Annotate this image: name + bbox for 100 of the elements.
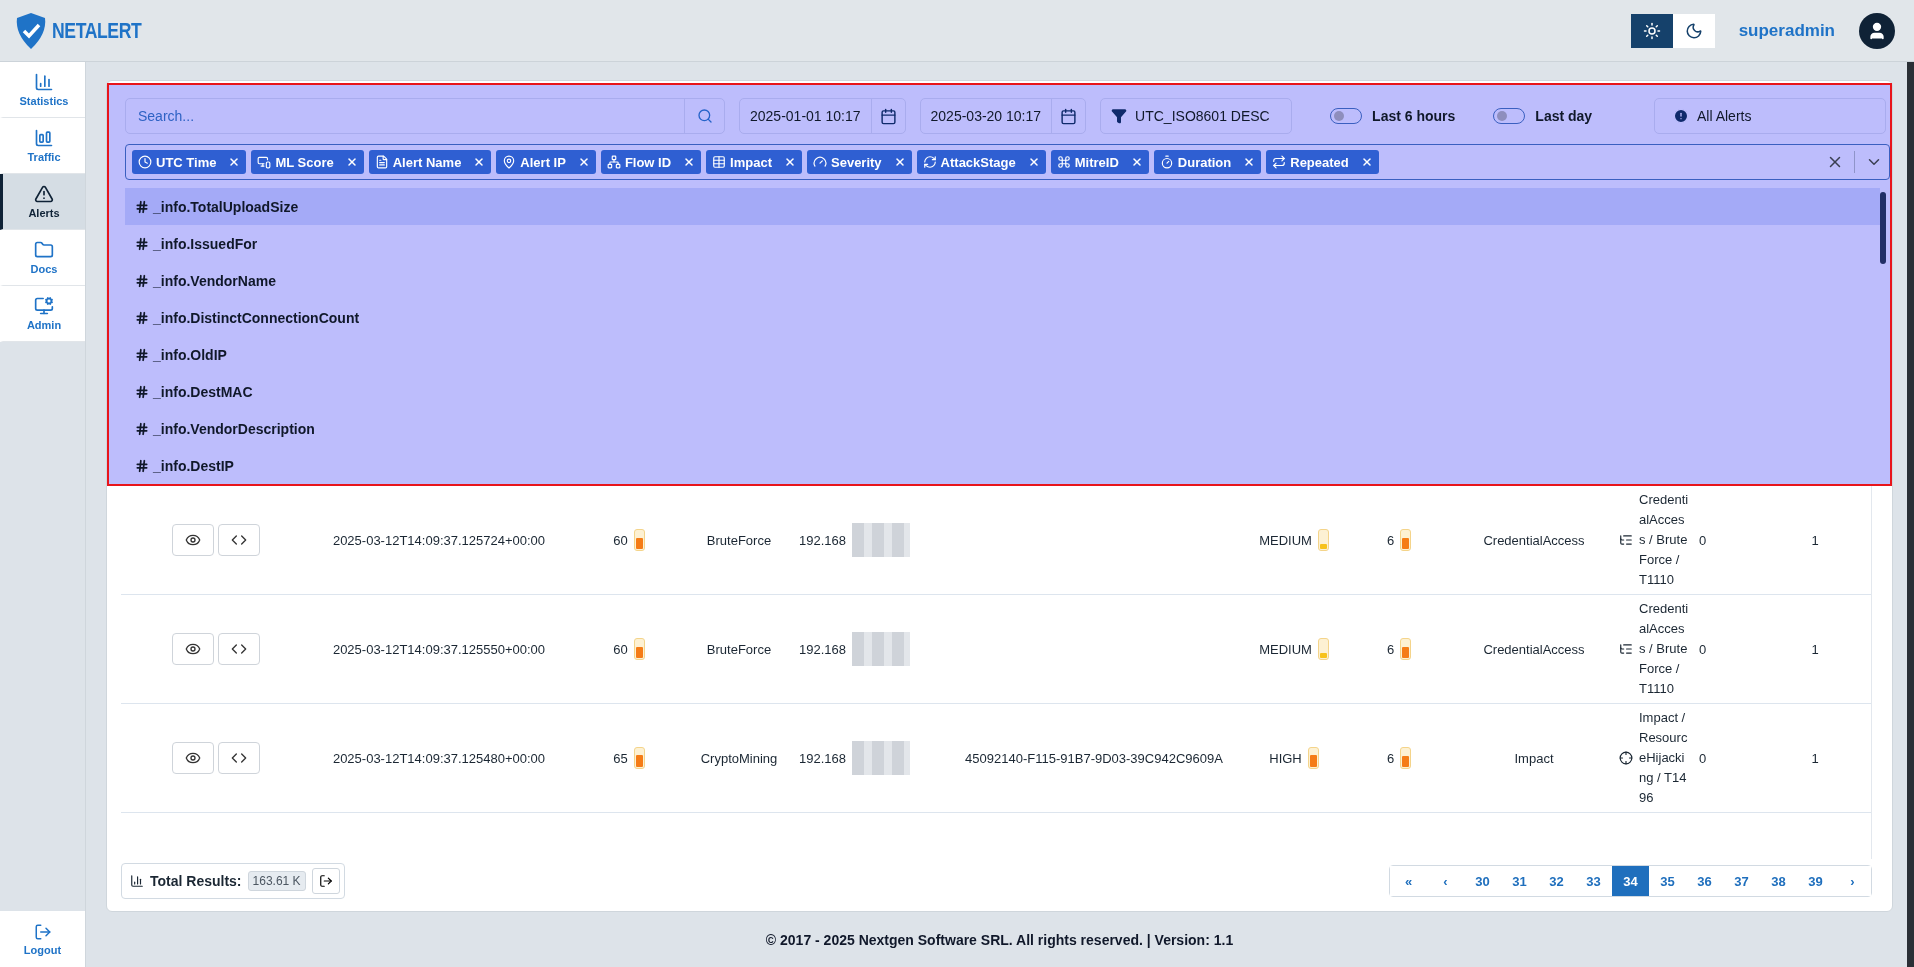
page-button[interactable]: 34	[1612, 866, 1649, 896]
column-select-field[interactable]: UTC Time ML Score Alert Name Alert IP Flow ID Impact Severity AttackStage MitreID Duration Repeated	[125, 144, 1890, 180]
table-cell: 45092140-F115-91B7-9D03-39C942C9609A	[965, 750, 1223, 766]
remove-icon[interactable]	[1243, 156, 1256, 168]
level-meter	[633, 747, 645, 769]
results-label: Total Results:	[150, 873, 242, 889]
table-icon	[712, 155, 727, 169]
redaction-mark	[852, 632, 910, 666]
footer-text: © 2017 - 2025 Nextgen Software SRL. All rights reserved. | Version: 1.1	[764, 930, 1235, 950]
sidebar-item[interactable]: Statistics	[0, 62, 85, 118]
avatar-icon[interactable]	[1859, 12, 1895, 49]
bar-chart-icon	[34, 72, 54, 92]
dropdown-option[interactable]: _info.VendorDescription	[125, 410, 1880, 447]
table-cell: 6	[1386, 532, 1395, 548]
scrollbar-thumb[interactable]	[1880, 192, 1886, 264]
sort-button[interactable]: UTC_ISO8601 DESC	[1100, 98, 1293, 134]
remove-icon[interactable]	[1027, 156, 1040, 168]
table-cell: 192.168	[799, 641, 846, 657]
user-name[interactable]: superadmin	[1738, 20, 1835, 41]
dropdown-option[interactable]: _info.DistinctConnectionCount	[125, 299, 1880, 336]
column-chip[interactable]: ML Score	[251, 150, 364, 174]
date-field[interactable]: 2025-03-20 10:17	[919, 98, 1087, 134]
code-icon	[231, 532, 247, 548]
remove-icon[interactable]	[473, 156, 486, 168]
dropdown-option[interactable]: _info.OldIP	[125, 336, 1880, 373]
list-icon	[1619, 642, 1633, 656]
logout-item[interactable]: Logout	[0, 911, 85, 967]
sidebar-item[interactable]: Alerts	[0, 174, 85, 230]
level-meter	[1400, 529, 1412, 551]
funnel-icon	[1111, 108, 1128, 124]
command-icon	[1056, 155, 1071, 169]
dropdown-option[interactable]: _info.VendorName	[125, 262, 1880, 299]
alert-icon	[1673, 108, 1689, 124]
calendar-icon	[1060, 107, 1078, 125]
eye-icon	[185, 750, 201, 766]
dropdown-option[interactable]: _info.DestMAC	[125, 373, 1880, 410]
toggle-switch[interactable]: Last day	[1493, 108, 1593, 124]
column-chip[interactable]: Flow ID	[600, 150, 702, 174]
remove-icon[interactable]	[228, 156, 241, 168]
document-icon	[374, 155, 389, 169]
dropdown-option[interactable]: _info.DestIP	[125, 447, 1880, 484]
level-meter	[1307, 747, 1319, 769]
code-button[interactable]	[218, 633, 260, 665]
sidebar-item[interactable]: Admin	[0, 286, 85, 342]
alerts-filter-button[interactable]: All Alerts	[1654, 98, 1886, 134]
light-theme-button[interactable]	[1630, 13, 1673, 48]
export-button[interactable]	[311, 868, 340, 894]
dropdown-option[interactable]: _info.TotalUploadSize	[125, 188, 1880, 225]
hash-icon	[135, 236, 149, 251]
dark-theme-button[interactable]	[1672, 13, 1715, 48]
view-button[interactable]	[172, 633, 214, 665]
table-cell-text: CredentialAccess / BruteForce / T1110	[1639, 600, 1689, 698]
column-chip[interactable]: Duration	[1153, 150, 1262, 174]
devices-icon	[257, 155, 272, 169]
remove-icon[interactable]	[1130, 156, 1143, 168]
table-cell-text: CredentialAccess / BruteForce / T1110	[1639, 491, 1689, 589]
column-chip[interactable]: Impact	[706, 150, 802, 174]
column-chip[interactable]: Alert IP	[496, 150, 596, 174]
table-cell: CredentialAccess	[1483, 641, 1585, 657]
level-meter	[633, 638, 645, 660]
table-cell: 0	[1699, 641, 1707, 657]
date-field[interactable]: 2025-01-01 10:17	[739, 98, 906, 134]
remove-icon[interactable]	[577, 156, 590, 168]
remove-icon[interactable]	[1360, 156, 1373, 168]
code-button[interactable]	[218, 742, 260, 774]
logout-icon	[33, 922, 52, 941]
column-chip[interactable]: UTC Time	[132, 150, 247, 174]
code-button[interactable]	[218, 524, 260, 556]
column-chip[interactable]: Repeated	[1266, 150, 1379, 174]
remove-icon[interactable]	[784, 156, 796, 168]
column-chip[interactable]: Severity	[807, 150, 912, 174]
results-count: 163.61 K	[247, 871, 306, 891]
table-cell: CryptoMining	[700, 750, 778, 766]
remove-icon[interactable]	[683, 156, 696, 168]
remove-icon[interactable]	[345, 156, 358, 168]
table-cell: 0	[1699, 750, 1707, 766]
level-meter	[1317, 638, 1329, 660]
sidebar-item[interactable]: Docs	[0, 230, 85, 286]
column-chip[interactable]: MitreID	[1050, 150, 1149, 174]
remove-icon[interactable]	[893, 156, 906, 168]
toggle-switch[interactable]: Last 6 hours	[1330, 108, 1456, 124]
table-cell: 2025-03-12T14:09:37.125480+00:00	[332, 750, 546, 766]
logo-text: NETALERT	[52, 17, 142, 44]
hash-icon	[135, 273, 149, 288]
dropdown-option[interactable]: _info.IssuedFor	[125, 225, 1880, 262]
table-cell: MEDIUM	[1259, 532, 1312, 548]
view-button[interactable]	[172, 524, 214, 556]
gauge-icon	[813, 155, 827, 169]
hash-icon	[135, 421, 149, 436]
warning-icon	[34, 184, 54, 204]
redaction-mark	[852, 523, 910, 557]
column-chip[interactable]: AttackStage	[916, 150, 1046, 174]
sidebar-item[interactable]: Traffic	[0, 118, 85, 174]
table-cell: 1	[1811, 532, 1819, 548]
table-cell: 192.168	[799, 750, 846, 766]
repeat-icon	[1272, 155, 1287, 169]
table-cell: 60	[613, 532, 628, 548]
column-chip[interactable]: Alert Name	[368, 150, 492, 174]
crosshair-icon	[1619, 751, 1633, 765]
view-button[interactable]	[172, 742, 214, 774]
